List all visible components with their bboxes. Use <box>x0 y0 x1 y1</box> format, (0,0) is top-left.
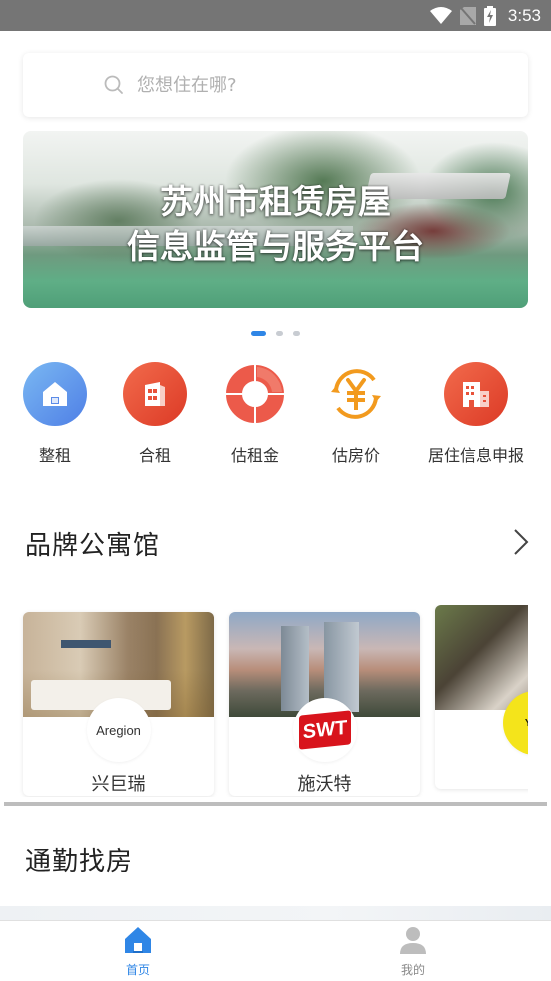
brand-photo <box>435 605 528 710</box>
wifi-icon <box>429 6 452 24</box>
tab-label: 我的 <box>400 963 425 977</box>
tab-label: 首页 <box>125 963 150 977</box>
bottom-tab-bar: 首页 我的 <box>0 920 551 981</box>
quick-action-estimate-rent[interactable]: 估租金 <box>200 362 310 466</box>
brand-card[interactable]: YAU YC <box>435 605 528 789</box>
search-input[interactable] <box>137 74 437 96</box>
quick-action-whole-rent[interactable]: 整租 <box>0 362 110 466</box>
quick-actions: 整租 合租 估租金 估房价 居住信息申报 <box>0 362 551 472</box>
status-time: 3:53 <box>507 5 541 25</box>
carousel-dot[interactable] <box>276 331 283 336</box>
carousel-indicator <box>0 331 551 336</box>
tower-graphic <box>281 626 309 711</box>
quick-action-label: 整租 <box>38 446 71 465</box>
brand-card[interactable]: Aregion 兴巨瑞 <box>23 612 214 796</box>
tab-profile[interactable]: 我的 <box>353 925 473 978</box>
quick-action-label: 合租 <box>138 446 171 465</box>
home-icon <box>125 927 151 953</box>
brand-logo-text: SWT <box>298 710 351 750</box>
search-icon <box>104 75 123 94</box>
brand-carousel[interactable]: Aregion 兴巨瑞 SWT 施沃特 YAU YC <box>0 605 528 797</box>
brand-logo-text: YAU <box>525 718 528 729</box>
quick-action-shared-rent[interactable]: 合租 <box>100 362 210 466</box>
brand-name: 施沃特 <box>297 774 352 795</box>
brand-logo-text: Aregion <box>96 722 141 738</box>
chevron-right-icon[interactable] <box>513 528 529 556</box>
brand-name: 兴巨瑞 <box>91 774 146 795</box>
brand-logo: SWT <box>292 698 357 762</box>
battery-charging-icon <box>483 5 496 26</box>
commute-map-preview <box>0 906 551 920</box>
no-sim-icon <box>459 6 476 25</box>
office-building-icon <box>444 362 508 426</box>
building-icon <box>123 362 187 426</box>
quick-action-label: 居住信息申报 <box>427 446 524 465</box>
brand-section-title: 品牌公寓馆 <box>25 531 161 561</box>
ring-chart-icon <box>223 362 287 426</box>
quick-action-label: 估房价 <box>331 446 380 465</box>
status-bar: 3:53 <box>0 0 551 31</box>
carousel-dot-active[interactable] <box>251 331 266 336</box>
commute-section-title: 通勤找房 <box>25 847 134 877</box>
brand-logo: Aregion <box>86 698 151 762</box>
banner-line-2: 信息监管与服务平台 <box>127 227 424 266</box>
banner-title: 苏州市租赁房屋 信息监管与服务平台 <box>23 179 528 269</box>
banner-line-1: 苏州市租赁房屋 <box>160 182 391 221</box>
quick-action-label: 估租金 <box>230 446 279 465</box>
house-icon <box>23 362 87 426</box>
tab-home[interactable]: 首页 <box>78 925 198 978</box>
carousel-dot[interactable] <box>293 331 300 336</box>
user-icon <box>400 927 426 954</box>
brand-name: YC <box>495 763 528 784</box>
search-bar[interactable] <box>23 53 528 117</box>
horizontal-scrollbar[interactable] <box>4 802 547 806</box>
quick-action-estimate-price[interactable]: 估房价 <box>301 362 411 466</box>
banner-carousel[interactable]: 苏州市租赁房屋 信息监管与服务平台 <box>23 131 528 308</box>
brand-card[interactable]: SWT 施沃特 <box>229 612 420 796</box>
quick-action-residence-report[interactable]: 居住信息申报 <box>421 362 531 466</box>
wall-painting <box>61 640 111 648</box>
yuan-exchange-icon <box>324 362 388 426</box>
